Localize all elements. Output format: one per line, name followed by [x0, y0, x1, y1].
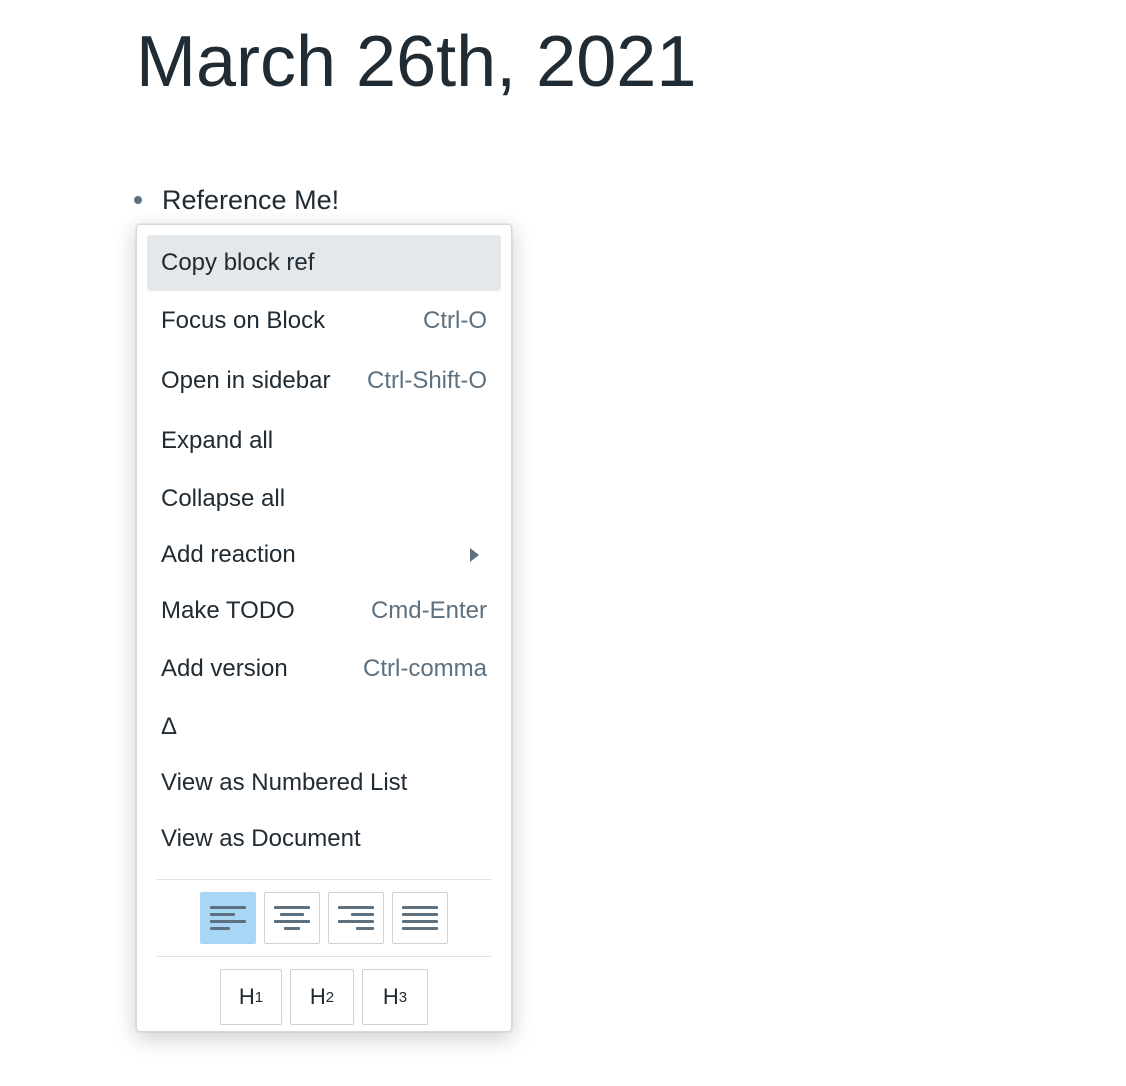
align-center-icon-line	[280, 913, 304, 916]
menu-item-shortcut: Ctrl-comma	[363, 655, 487, 682]
block-text[interactable]: Reference Me!	[162, 182, 339, 218]
menu-item-make-todo[interactable]: Make TODO Cmd-Enter	[147, 583, 501, 639]
page: March 26th, 2021 Reference Me! Copy bloc…	[0, 0, 1126, 1086]
heading-1-button[interactable]: H1	[220, 969, 282, 1025]
menu-item-copy-block-ref[interactable]: Copy block ref	[147, 235, 501, 291]
heading-2-button[interactable]: H2	[290, 969, 354, 1025]
align-center-icon	[274, 906, 310, 909]
align-left-icon-line	[210, 920, 246, 923]
block: Reference Me!	[128, 182, 339, 218]
align-justify-icon-line	[402, 920, 438, 923]
caret-right-icon	[470, 548, 479, 562]
align-right-icon-line	[356, 927, 374, 930]
bullet-dot-icon	[134, 196, 142, 204]
align-right-icon	[338, 906, 374, 909]
menu-item-open-in-sidebar[interactable]: Open in sidebar Ctrl-Shift-O	[147, 351, 501, 411]
align-right-button[interactable]	[328, 892, 384, 944]
align-left-icon	[210, 906, 246, 909]
align-center-button[interactable]	[264, 892, 320, 944]
block-bullet[interactable]	[128, 190, 148, 210]
menu-item-shortcut: Ctrl-O	[423, 307, 487, 334]
menu-item-label: View as Document	[161, 825, 361, 852]
heading-button-group: H1 H2 H3	[147, 957, 501, 1037]
menu-item-focus-on-block[interactable]: Focus on Block Ctrl-O	[147, 291, 501, 351]
align-justify-icon	[402, 906, 438, 909]
align-left-icon-line	[210, 913, 236, 916]
menu-item-view-as-document[interactable]: View as Document	[147, 811, 501, 867]
menu-item-label: Open in sidebar	[161, 367, 331, 394]
align-justify-icon-line	[402, 927, 438, 930]
menu-item-label: Make TODO	[161, 597, 295, 624]
menu-item-add-reaction[interactable]: Add reaction	[147, 527, 501, 583]
menu-item-label: Δ	[161, 713, 178, 740]
menu-item-label: Collapse all	[161, 485, 286, 512]
align-left-button[interactable]	[200, 892, 256, 944]
heading-level: 2	[325, 988, 335, 1006]
menu-item-shortcut: Ctrl-Shift-O	[367, 367, 487, 394]
menu-item-shortcut: Cmd-Enter	[370, 597, 487, 624]
align-right-icon-line	[338, 920, 374, 923]
page-title[interactable]: March 26th, 2021	[136, 18, 696, 106]
menu-item-add-version[interactable]: Add version Ctrl-comma	[147, 639, 501, 699]
heading-level: 1	[254, 988, 264, 1006]
heading-letter: H	[309, 984, 326, 1009]
heading-level: 3	[398, 988, 408, 1006]
align-left-icon-line	[210, 927, 230, 930]
menu-item-label: Copy block ref	[161, 249, 315, 276]
align-center-icon-line	[283, 927, 301, 930]
heading-3-button[interactable]: H3	[362, 969, 428, 1025]
align-justify-button[interactable]	[392, 892, 448, 944]
alignment-button-group	[147, 880, 501, 956]
menu-item-expand-all[interactable]: Expand all	[147, 411, 501, 471]
menu-item-view-as-numbered-list[interactable]: View as Numbered List	[147, 755, 501, 811]
align-justify-icon-line	[402, 913, 438, 916]
block-context-menu: Copy block ref Focus on Block Ctrl-O Ope…	[136, 224, 512, 1032]
heading-letter: H	[238, 984, 255, 1009]
align-center-icon-line	[274, 920, 310, 923]
menu-item-collapse-all[interactable]: Collapse all	[147, 471, 501, 527]
menu-item-label: Focus on Block	[161, 307, 326, 334]
menu-item-delta[interactable]: Δ	[147, 699, 501, 755]
align-right-icon-line	[350, 913, 374, 916]
heading-letter: H	[382, 984, 399, 1009]
menu-item-label: Expand all	[161, 427, 274, 454]
menu-item-label: Add reaction	[161, 541, 296, 568]
menu-item-label: View as Numbered List	[161, 769, 408, 796]
menu-item-label: Add version	[161, 655, 288, 682]
